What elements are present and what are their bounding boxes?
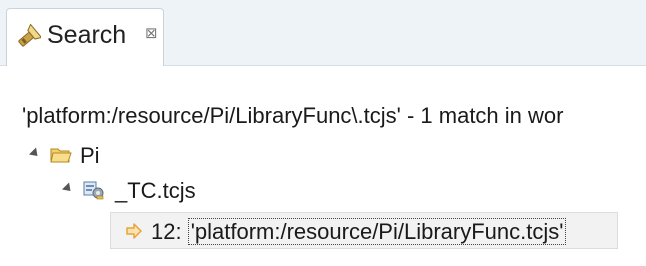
match-highlight: 'platform:/resource/Pi/LibraryFunc.tcjs' [187,218,567,245]
search-view: Search ⊠ 'platform:/resource/Pi/LibraryF… [0,0,646,266]
tree-node-project-label: Pi [80,143,100,168]
tree-node-file-label: _TC.tcjs [115,178,196,203]
tab-search-label: Search [47,21,127,49]
search-summary: 'platform:/resource/Pi/LibraryFunc\.tcjs… [22,103,564,128]
tab-search[interactable]: Search ⊠ [6,8,164,66]
search-match-row[interactable]: 12: 'platform:/resource/Pi/LibraryFunc.t… [110,212,618,249]
match-close-quote: ' [559,219,564,244]
close-icon[interactable]: ⊠ [145,26,158,41]
test-file-icon [83,180,105,200]
match-line-prefix: 12: [151,219,188,244]
tab-bar: Search ⊠ [0,0,646,66]
expand-twisty-icon[interactable] [28,147,42,160]
match-string: platform:/resource/Pi/LibraryFunc.tcjs [194,219,560,244]
expand-twisty-icon[interactable] [61,182,75,195]
open-folder-icon [50,145,72,165]
match-text: 12: 'platform:/resource/Pi/LibraryFunc.t… [151,218,567,245]
match-arrow-icon [125,222,143,240]
search-flashlight-icon [15,23,43,50]
